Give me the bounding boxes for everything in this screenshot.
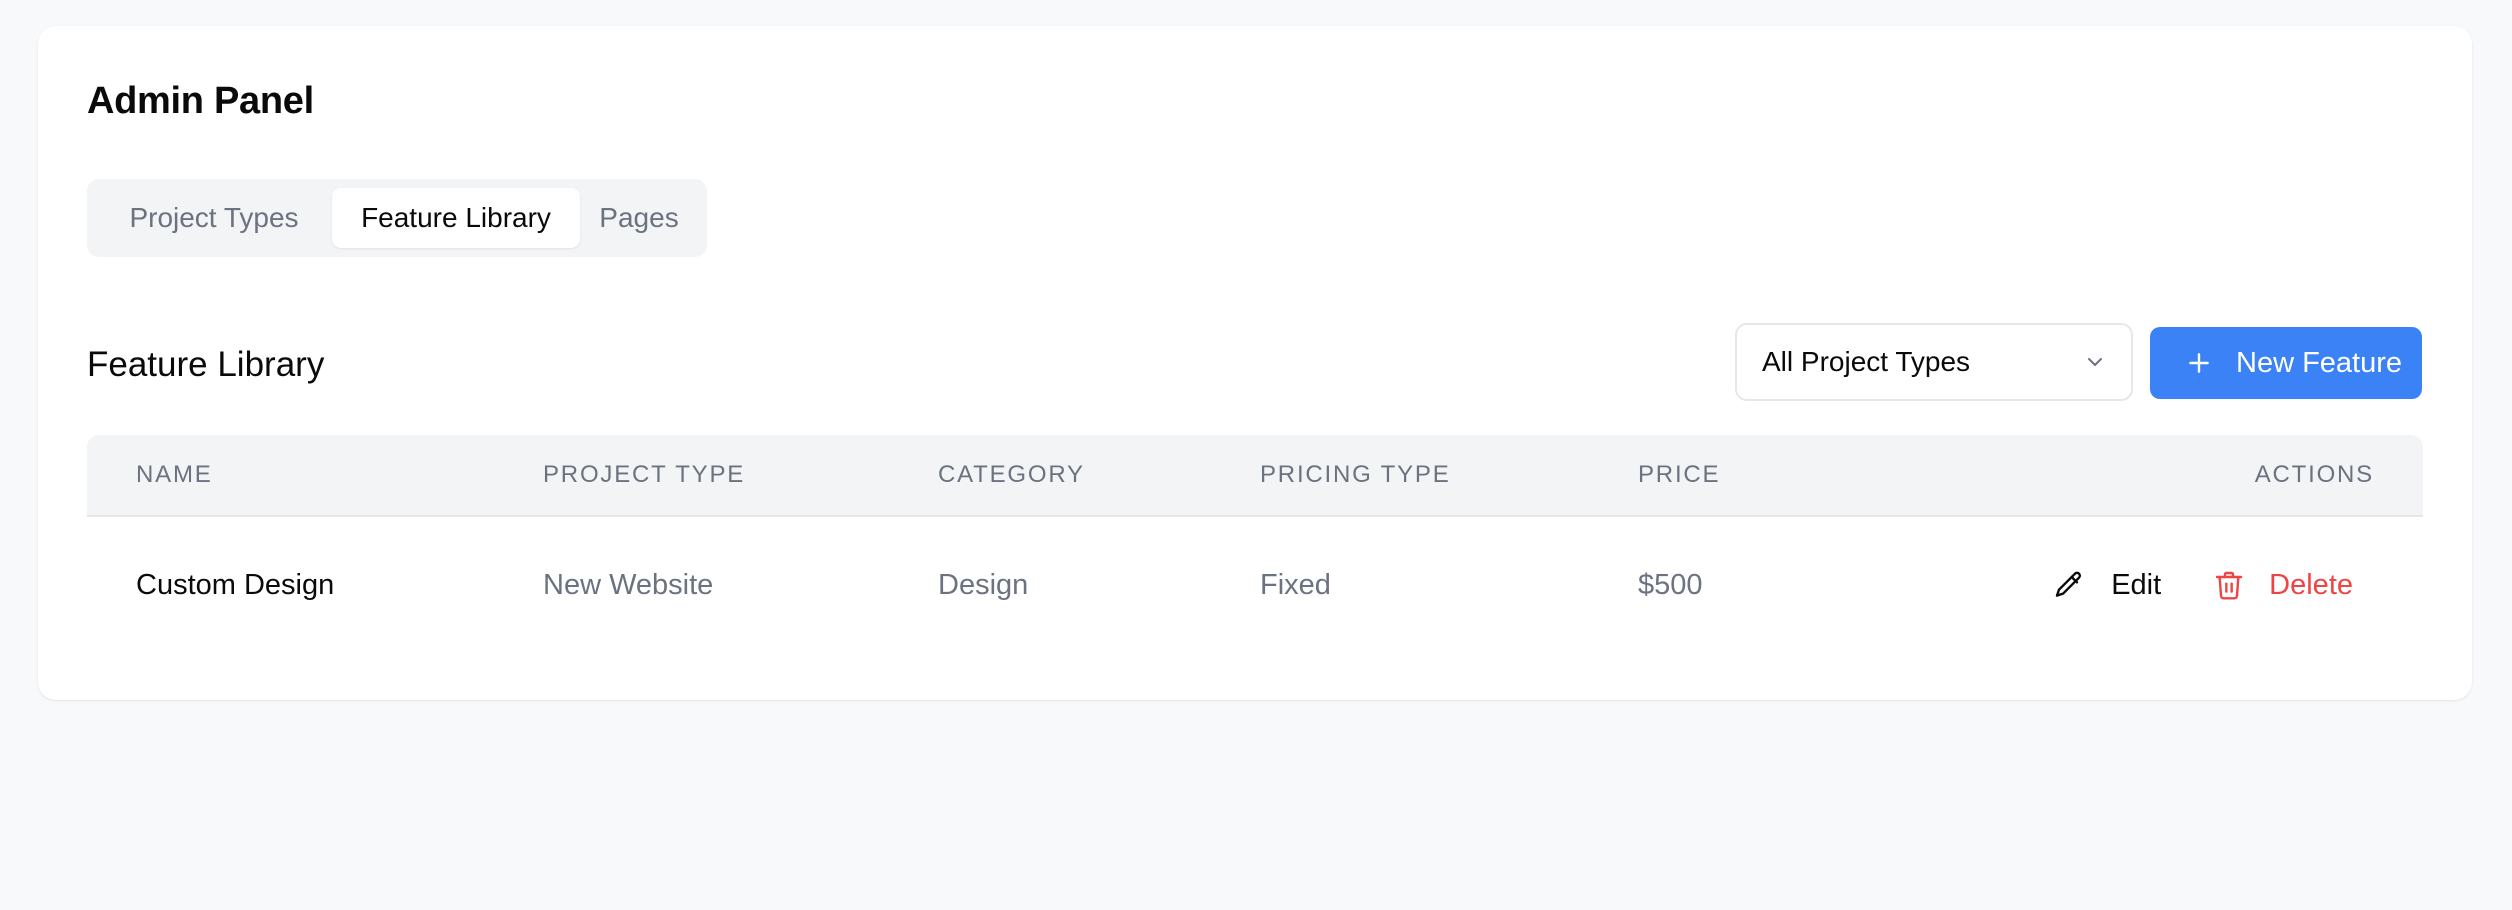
admin-panel-card: Admin Panel Project Types Feature Librar… (38, 26, 2472, 700)
new-feature-button[interactable]: New Feature (2150, 327, 2422, 399)
plus-icon (2189, 353, 2209, 373)
column-header-actions: Actions (2254, 461, 2374, 488)
project-type-filter-select[interactable]: All Project Types (1735, 323, 2133, 401)
table-body: Custom Design New Website Design Fixed $… (87, 517, 2423, 653)
column-header-name: Name (136, 461, 213, 488)
table-row: Custom Design New Website Design Fixed $… (87, 517, 2423, 653)
chevron-down-icon (2088, 358, 2102, 366)
cell-project-type: New Website (543, 569, 714, 601)
edit-button-label: Edit (2111, 568, 2162, 601)
cell-pricing-type: Fixed (1260, 569, 1331, 601)
column-header-pricing-type: Pricing Type (1260, 461, 1451, 488)
column-header-category: Category (938, 461, 1085, 488)
cell-name: Custom Design (136, 569, 335, 601)
new-feature-button-label: New Feature (2236, 346, 2403, 379)
column-header-price: Price (1638, 461, 1721, 488)
cell-actions: Edit Delete (2053, 517, 2353, 653)
tab-project-types[interactable]: Project Types (96, 188, 332, 248)
table-header: Name Project Type Category Pricing Type … (87, 435, 2423, 517)
tab-bar: Project Types Feature Library Pages (87, 179, 707, 257)
tab-pages[interactable]: Pages (580, 188, 698, 248)
pencil-icon (2055, 571, 2082, 597)
edit-button[interactable]: Edit (2053, 569, 2161, 602)
page-title: Admin Panel (87, 80, 314, 122)
delete-button-label: Delete (2269, 568, 2353, 601)
trash-icon (2215, 571, 2243, 600)
column-header-project-type: Project Type (543, 461, 746, 488)
tab-feature-library[interactable]: Feature Library (332, 188, 580, 248)
delete-button[interactable]: Delete (2213, 569, 2353, 602)
section-title: Feature Library (87, 345, 325, 384)
feature-table: Name Project Type Category Pricing Type … (87, 435, 2423, 653)
cell-price: $500 (1638, 569, 1703, 601)
project-type-filter-value: All Project Types (1762, 346, 1971, 377)
cell-category: Design (938, 569, 1029, 601)
